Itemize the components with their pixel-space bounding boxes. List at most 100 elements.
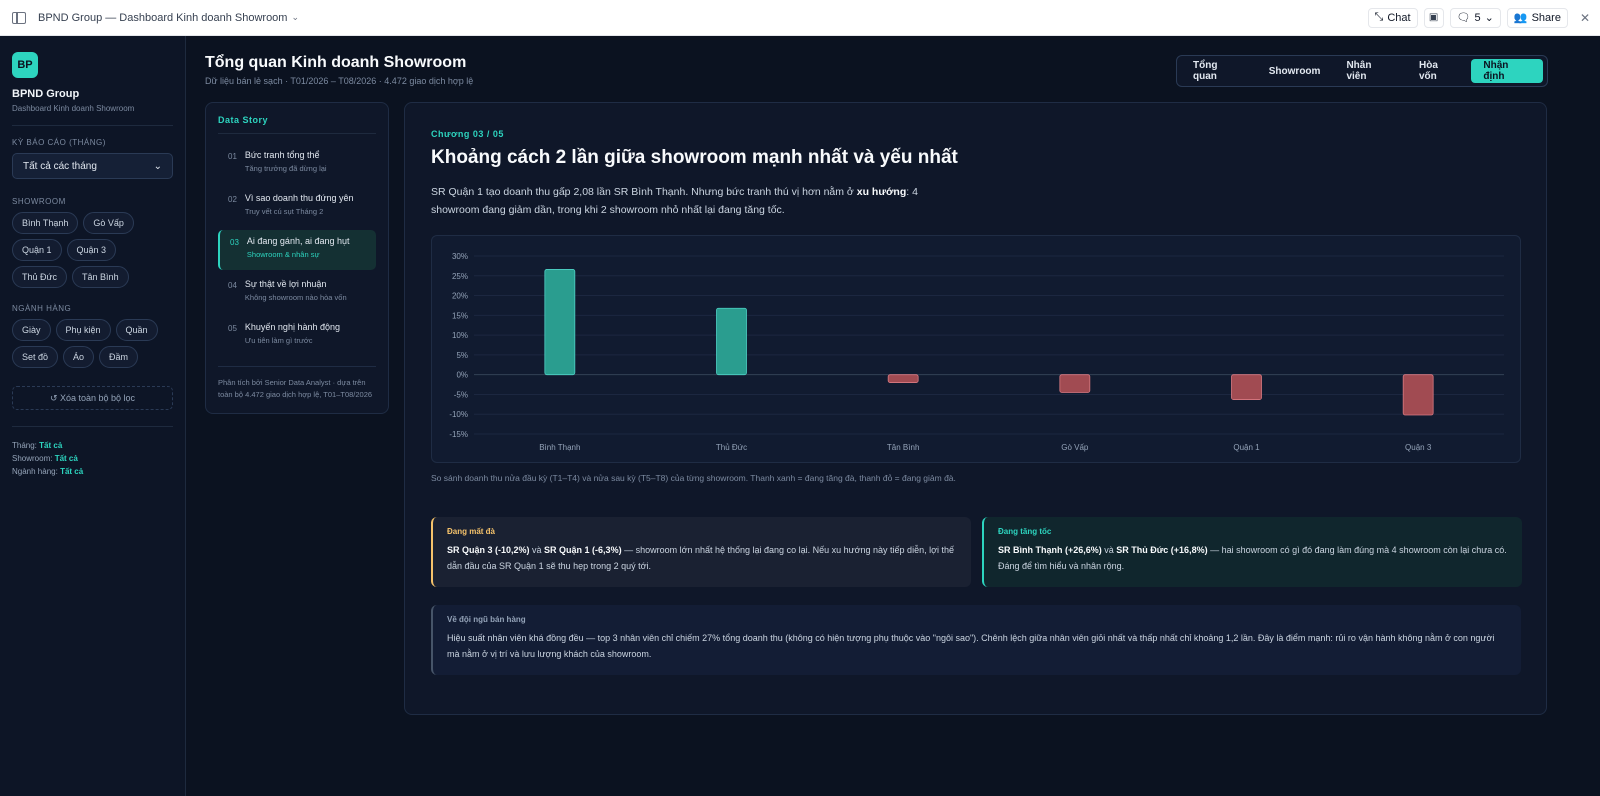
category-chip[interactable]: Phụ kiện [55,319,111,341]
category-label: NGÀNH HÀNG [12,304,72,313]
story-item-subtitle: Truy vết cú sụt Tháng 2 [244,207,324,216]
category-chip[interactable]: Giày [12,319,51,341]
sidebar-toggle-icon[interactable] [12,11,26,24]
x-tick-label: Thủ Đức [716,443,747,452]
showroom-chip[interactable]: Tân Bình [72,266,129,288]
category-chip[interactable]: Đầm [99,346,139,368]
story-item-subtitle: Tăng trưởng đã dừng lại [244,164,327,173]
comments-count: 5 [1474,11,1481,24]
showroom-chip[interactable]: Quận 3 [66,239,117,261]
insight-title: Đang tăng tốc [998,527,1052,536]
y-tick-label: 25% [452,272,468,281]
story-heading: Data Story [218,115,269,125]
chapter-headline: Khoảng cách 2 lần giữa showroom mạnh nhấ… [431,147,958,168]
period-label: KỲ BÁO CÁO (THÁNG) [12,138,106,147]
story-item-title: Vì sao doanh thu đứng yên [244,193,354,203]
insight-text: và [529,545,545,555]
category-chips: Giày Phụ kiện Quần Set đồ Áo Đầm [12,319,173,368]
comments-button[interactable]: 🗨 5 ⌄ [1449,7,1501,28]
people-icon: 👥 [1513,12,1528,24]
state-month-label: Tháng: [12,441,37,450]
chat-button[interactable]: ⤡ Chat [1367,7,1418,28]
tab-breakeven[interactable]: Hòa vốn [1407,59,1469,83]
chat-label: Chat [1387,11,1411,24]
state-showroom-value: Tất cả [54,454,78,463]
story-footer: Phân tích bởi Senior Data Analyst · dựa … [218,366,376,401]
divider [218,133,376,134]
chevron-down-icon: ⌄ [1484,12,1494,24]
layout-icon[interactable]: ▣ [1423,7,1444,28]
story-list: 01 Bức tranh tổng thể Tăng trưởng đã dừn… [218,144,376,356]
story-item-subtitle: Ưu tiên làm gì trước [244,336,313,345]
showroom-chip[interactable]: Gò Vấp [83,212,134,234]
insight-sales-team: Về đội ngũ bán hàng Hiệu suất nhân viên … [431,605,1521,675]
clear-filters-button[interactable]: ↺ Xóa toàn bộ bộ lọc [12,386,173,410]
x-tick-label: Gò Vấp [1061,443,1089,452]
bar [1059,374,1091,393]
window-title[interactable]: BPND Group — Dashboard Kinh doanh Showro… [38,12,287,24]
bar [544,269,576,376]
story-item-title: Sự thật về lợi nhuận [244,279,327,289]
y-tick-label: 30% [452,252,468,261]
showroom-chip[interactable]: Thủ Đức [12,266,68,288]
tab-insights[interactable]: Nhận định [1471,59,1544,83]
bar [887,374,919,383]
share-label: Share [1531,11,1561,24]
insight-emphasis: SR Quận 3 (-10,2%) [447,545,530,555]
tab-bar: Tổng quan Showroom Nhân viên Hòa vốn Nhậ… [1176,55,1548,87]
story-item-number: 03 [230,238,239,247]
category-chip[interactable]: Quần [115,319,158,341]
state-category-label: Ngành hàng: [12,467,58,476]
lede-text: SR Quận 1 tạo doanh thu gấp 2,08 lần SR … [431,186,857,198]
story-item-number: 01 [228,152,237,161]
x-tick-label: Bình Thạnh [539,443,580,452]
insight-body: Hiệu suất nhân viên khá đồng đều — top 3… [447,633,1495,659]
bar [716,307,747,376]
insight-body: SR Bình Thạnh (+26,6%) và SR Thủ Đức (+1… [998,542,1508,574]
divider [12,426,173,427]
chevron-down-icon[interactable]: ⌄ [291,12,299,23]
close-icon[interactable]: ✕ [1580,11,1590,25]
chart-caption: So sánh doanh thu nửa đầu kỳ (T1–T4) và … [431,473,956,483]
story-item-subtitle: Showroom & nhân sự [246,250,320,259]
insight-text: và [1101,545,1117,555]
story-item-title: Ai đang gánh, ai đang hụt [246,236,350,246]
state-month-value: Tất cả [39,441,63,450]
state-category-value: Tất cả [60,467,84,476]
period-select[interactable]: Tất cả các tháng ⌄ [12,153,173,179]
story-item-title: Khuyến nghị hành động [244,322,340,332]
insight-emphasis: SR Thủ Đức (+16,8%) [1116,545,1208,555]
showroom-chip[interactable]: Bình Thạnh [12,212,79,234]
insight-body: SR Quận 3 (-10,2%) và SR Quận 1 (-6,3%) … [447,542,957,574]
chevron-down-icon: ⌄ [153,160,162,172]
insight-title: Về đội ngũ bán hàng [447,615,526,624]
chapter-lede: SR Quận 1 tạo doanh thu gấp 2,08 lần SR … [431,183,931,219]
story-item-number: 05 [228,324,237,333]
y-tick-label: -10% [449,410,468,419]
tab-staff[interactable]: Nhân viên [1334,59,1405,83]
lede-emphasis: xu hướng [856,186,907,198]
tab-showroom[interactable]: Showroom [1257,59,1333,83]
category-chip[interactable]: Áo [63,346,95,368]
insight-emphasis: SR Quận 1 (-6,3%) [544,545,622,555]
story-item-subtitle: Không showroom nào hòa vốn [244,293,347,302]
story-item[interactable]: 02 Vì sao doanh thu đứng yên Truy vết cú… [218,187,376,227]
filter-state: Tháng: Tất cả Showroom: Tất cả Ngành hàn… [12,439,173,478]
y-tick-label: 15% [452,311,468,320]
tab-overview[interactable]: Tổng quan [1181,59,1255,83]
y-tick-label: 0% [456,371,468,380]
story-item[interactable]: 01 Bức tranh tổng thể Tăng trưởng đã dừn… [218,144,376,184]
story-item[interactable]: 04 Sự thật về lợi nhuận Không showroom n… [218,273,376,313]
chapter-card: Chương 03 / 05 Khoảng cách 2 lần giữa sh… [404,102,1547,715]
sidebar: BP BPND Group Dashboard Kinh doanh Showr… [0,36,186,796]
showroom-chip[interactable]: Quận 1 [12,239,62,261]
story-item-active[interactable]: 03 Ai đang gánh, ai đang hụt Showroom & … [218,230,376,270]
story-item[interactable]: 05 Khuyến nghị hành động Ưu tiên làm gì … [218,316,376,356]
category-chip[interactable]: Set đồ [12,346,59,368]
share-button[interactable]: 👥 Share [1506,7,1568,28]
brand-subtitle: Dashboard Kinh doanh Showroom [12,104,135,113]
showroom-trend-chart: 30% 25% 20% 15% 10% 5% 0% -5% -10% -15% Bình Thạnh… [431,235,1521,463]
window-titlebar: BPND Group — Dashboard Kinh doanh Showro… [0,0,1600,36]
page-subtitle: Dữ liệu bán lẻ sạch · T01/2026 – T08/202… [205,76,474,86]
y-tick-label: 10% [452,331,468,340]
